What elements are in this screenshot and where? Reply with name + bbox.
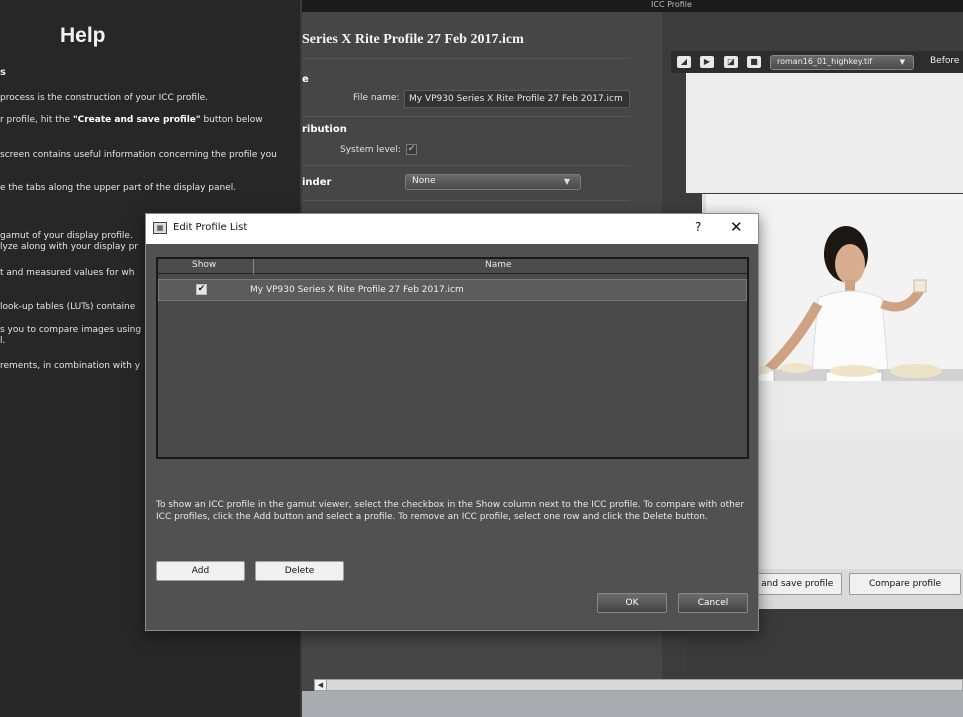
- dialog-instructions: To show an ICC profile in the gamut view…: [156, 499, 756, 523]
- help-line: process is the construction of your ICC …: [0, 93, 208, 103]
- image-tool-icon[interactable]: ■: [747, 56, 761, 68]
- divider: [302, 200, 630, 201]
- profile-name-cell: My VP930 Series X Rite Profile 27 Feb 20…: [250, 285, 464, 295]
- add-button[interactable]: Add: [156, 561, 245, 581]
- profile-title: Series X Rite Profile 27 Feb 2017.icm: [302, 32, 524, 47]
- image-select-value: roman16_01_highkey.tif: [777, 57, 873, 66]
- profile-list-table: Show Name ✔ My VP930 Series X Rite Profi…: [156, 257, 749, 459]
- help-section-heading: s: [0, 67, 6, 78]
- file-name-label: File name:: [353, 93, 400, 103]
- help-line: lyze along with your display pr: [0, 242, 139, 252]
- help-line: s you to compare images using: [0, 325, 142, 335]
- window-title: ICC Profile: [651, 0, 692, 9]
- help-line: screen contains useful information conce…: [0, 150, 277, 160]
- close-icon[interactable]: ✕: [730, 218, 743, 236]
- help-line: gamut of your display profile.: [0, 231, 133, 241]
- dialog-app-icon: ▦: [153, 222, 167, 234]
- ok-button[interactable]: OK: [597, 593, 667, 613]
- help-line: t and measured values for wh: [0, 268, 135, 278]
- table-row[interactable]: ✔ My VP930 Series X Rite Profile 27 Feb …: [158, 279, 747, 301]
- table-header: Show Name: [158, 259, 747, 274]
- status-strip: [302, 691, 963, 717]
- help-line: e the tabs along the upper part of the d…: [0, 183, 237, 193]
- chevron-down-icon: ▼: [899, 58, 905, 66]
- section-distribution-heading: ribution: [302, 124, 347, 135]
- dialog-title: Edit Profile List: [173, 222, 248, 233]
- instruction-line: To show an ICC profile in the gamut view…: [156, 500, 745, 510]
- delete-button[interactable]: Delete: [255, 561, 344, 581]
- dialog-title-bar[interactable]: ▦ Edit Profile List ? ✕: [146, 214, 758, 244]
- cancel-button[interactable]: Cancel: [678, 593, 748, 613]
- divider: [302, 58, 630, 59]
- scroll-left-icon[interactable]: ◀: [315, 680, 327, 690]
- window-title-bar: ICC Profile: [302, 0, 963, 12]
- help-line: look-up tables (LUTs) containe: [0, 302, 136, 312]
- graph-tool-icon[interactable]: ◪: [724, 56, 738, 68]
- chevron-down-icon: ▼: [563, 177, 570, 186]
- section-name-heading: e: [302, 74, 309, 85]
- edit-profile-list-dialog: ▦ Edit Profile List ? ✕ Show Name ✔ My V…: [145, 213, 759, 631]
- system-level-checkbox[interactable]: ✔: [406, 144, 417, 155]
- divider: [302, 165, 630, 166]
- show-checkbox[interactable]: ✔: [196, 284, 207, 295]
- image-preview-top: [686, 73, 963, 193]
- help-line: r profile, hit the "Create and save prof…: [0, 115, 263, 125]
- system-level-label: System level:: [340, 145, 401, 155]
- binder-value: None: [412, 176, 436, 186]
- help-line: l.: [0, 336, 6, 346]
- curve-tool-icon[interactable]: ◢: [677, 56, 691, 68]
- column-show-header[interactable]: Show: [192, 260, 216, 270]
- binder-dropdown[interactable]: None ▼: [405, 174, 581, 190]
- column-divider[interactable]: [253, 259, 254, 274]
- pointer-tool-icon[interactable]: ▶: [700, 56, 714, 68]
- image-select-dropdown[interactable]: roman16_01_highkey.tif ▼: [770, 55, 914, 70]
- divider: [302, 116, 630, 117]
- before-label[interactable]: Before: [930, 56, 959, 66]
- help-line: rements, in combination with y: [0, 361, 141, 371]
- file-name-field[interactable]: [404, 90, 630, 108]
- help-title: Help: [60, 24, 106, 47]
- horizontal-scrollbar[interactable]: ◀: [314, 679, 963, 691]
- help-bold-phrase: "Create and save profile": [72, 115, 201, 125]
- column-name-header[interactable]: Name: [485, 260, 512, 270]
- help-icon[interactable]: ?: [695, 220, 701, 234]
- binder-label: inder: [302, 177, 332, 188]
- instruction-line: ICC profiles, click the Add button and s…: [156, 512, 708, 522]
- compare-profile-button[interactable]: Compare profile: [849, 573, 961, 595]
